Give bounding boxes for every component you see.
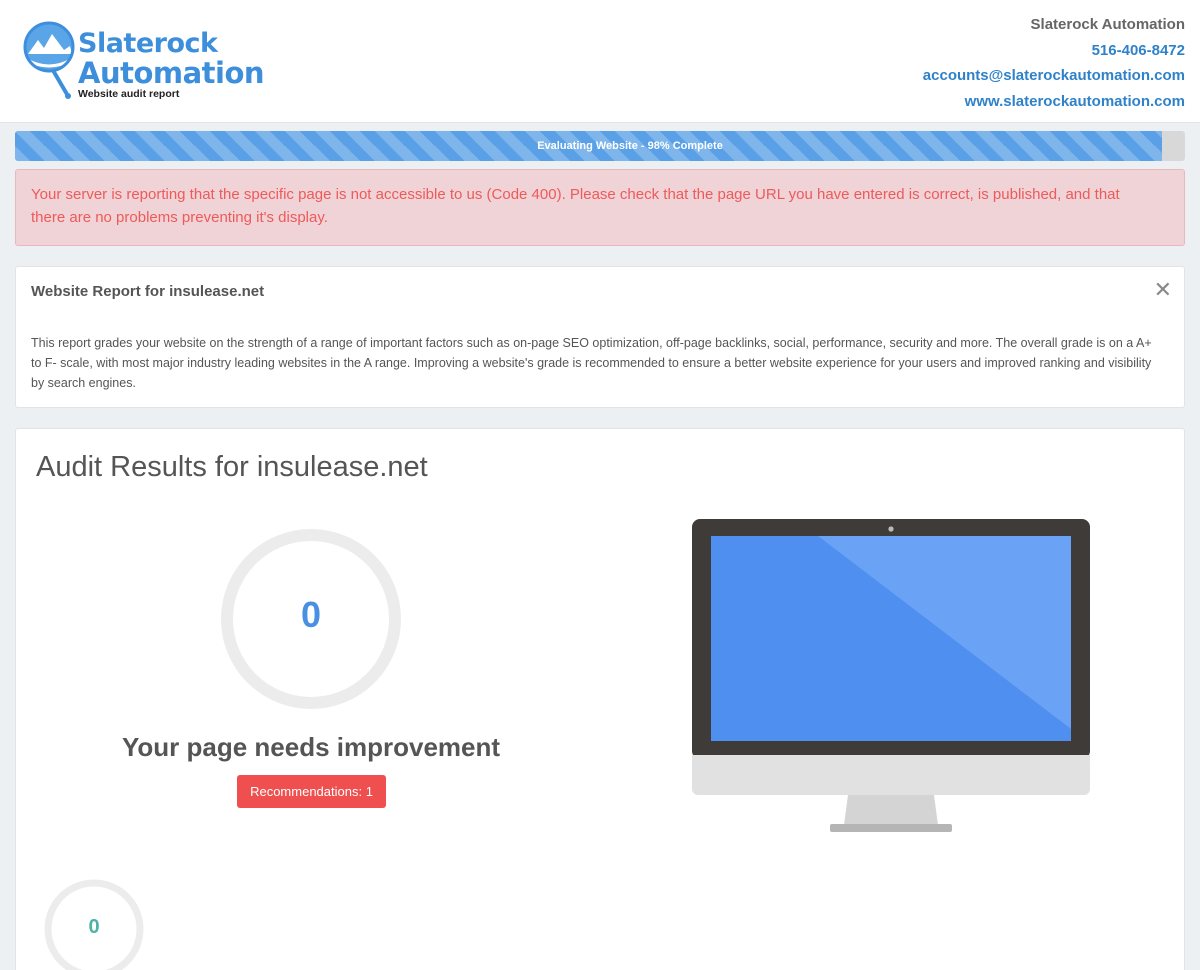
magnifier-mountain-icon xyxy=(23,21,75,99)
logo-text-line1: Slaterock xyxy=(78,28,218,59)
score-verdict: Your page needs improvement xyxy=(121,732,501,762)
close-icon[interactable]: ✕ xyxy=(1154,279,1172,301)
progress-label: Evaluating Website - 98% Complete xyxy=(537,140,723,152)
recommendations-button[interactable]: Recommendations: 1 xyxy=(237,775,386,808)
contact-info: Slaterock Automation 516-406-8472 accoun… xyxy=(923,12,1185,115)
overall-score: 0 xyxy=(300,594,322,635)
report-panel-title: Website Report for insulease.net xyxy=(31,283,265,300)
error-alert: Your server is reporting that the specif… xyxy=(15,169,1185,246)
desktop-monitor-icon xyxy=(692,519,1090,832)
phone-link[interactable]: 516-406-8472 xyxy=(923,38,1185,64)
report-description: This report grades your website on the s… xyxy=(31,336,1152,390)
company-logo[interactable]: Slaterock Automation Website audit repor… xyxy=(22,20,265,102)
audit-panel: Audit Results for insulease.net 0 Your p… xyxy=(15,428,1185,970)
website-link[interactable]: www.slaterockautomation.com xyxy=(923,89,1185,115)
alert-message: Your server is reporting that the specif… xyxy=(31,186,1120,226)
page-header: Slaterock Automation Website audit repor… xyxy=(0,0,1200,123)
logo-subtitle: Website audit report xyxy=(78,88,180,100)
secondary-score: 0 xyxy=(88,916,100,938)
audit-title: Audit Results for insulease.net xyxy=(36,451,428,483)
email-link[interactable]: accounts@slaterockautomation.com xyxy=(923,63,1185,89)
company-name: Slaterock Automation xyxy=(1030,16,1185,33)
report-panel: Website Report for insulease.net ✕ This … xyxy=(15,266,1185,408)
evaluation-progress-bar: Evaluating Website - 98% Complete xyxy=(15,131,1185,161)
logo-text-line2: Automation xyxy=(78,56,265,90)
